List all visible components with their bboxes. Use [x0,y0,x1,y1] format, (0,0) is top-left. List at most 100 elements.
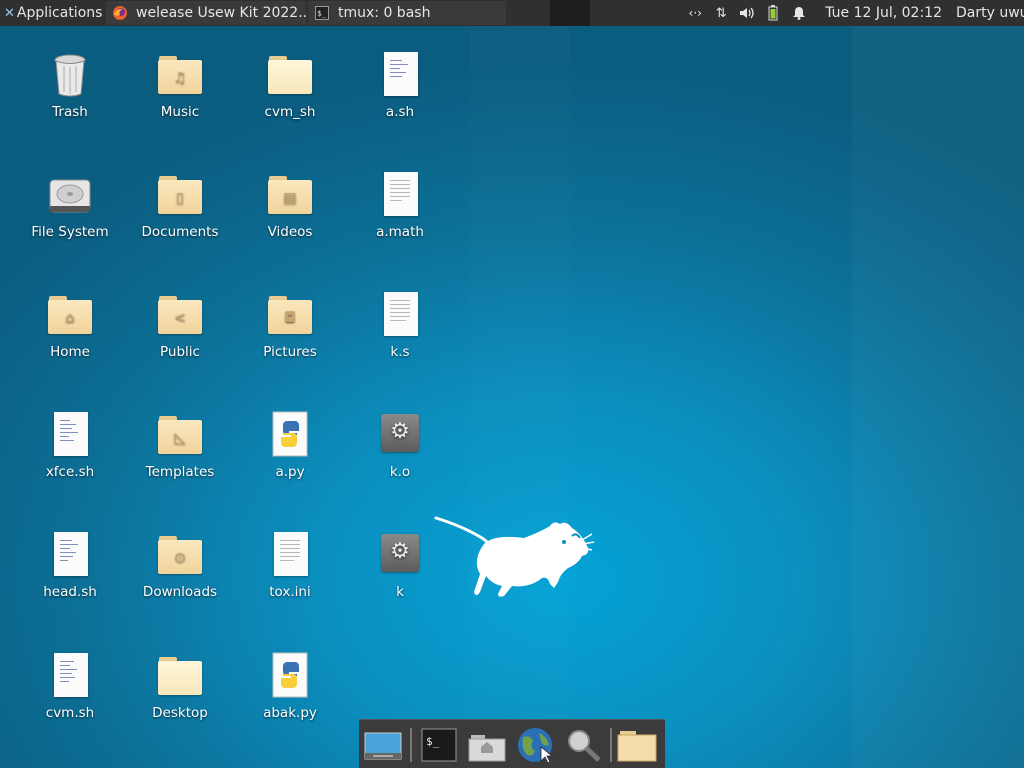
desktop-icon-abak-py[interactable]: abak.py [240,651,340,721]
pictures-folder-icon: ◘ [266,290,314,338]
desktop-icon-videos[interactable]: ▤ Videos [240,170,340,240]
dock-separator [610,728,612,762]
desktop-icon-label: k.o [389,464,411,480]
desktop-icon-head-sh[interactable]: head.sh [20,530,120,600]
desktop-icon-label: Pictures [263,344,317,360]
web-browser-icon [518,728,554,764]
text-file-icon [376,290,424,338]
home-folder-launcher[interactable] [467,727,507,763]
firefox-icon [112,5,128,21]
battery-icon[interactable] [765,5,781,21]
notification-bell-icon[interactable] [791,5,807,21]
binary-gear-icon: ⚙ [376,410,424,458]
desktop-icon-label: Music [160,104,200,120]
desktop-icon-downloads[interactable]: ⊙ Downloads [130,530,230,600]
desktop-icon-k-o[interactable]: ⚙ k.o [350,410,450,480]
file-manager-launcher[interactable] [617,727,657,763]
clock[interactable]: Tue 12 Jul, 02:12 [817,5,950,21]
desktop-icon-music[interactable]: ♫ Music [130,50,230,120]
desktop-icon-label: a.math [376,224,424,240]
desktop-icon-pictures[interactable]: ◘ Pictures [240,290,340,360]
trash-icon [46,50,94,98]
taskbar-item-browser[interactable]: welease Usew Kit 2022... [106,1,306,25]
desktop-icon-a-py[interactable]: a.py [240,410,340,480]
network-icon[interactable]: ‹·› [687,5,703,21]
show-desktop-button[interactable] [363,727,403,763]
python-file-icon [266,410,314,458]
home-folder-icon [468,735,506,762]
desktop-icon-filesystem[interactable]: File System [20,170,120,240]
top-panel: ✕ Applications welease Usew Kit 2022... … [0,0,1024,26]
desktop-icon-desktop[interactable]: Desktop [130,651,230,721]
dock-separator [410,728,412,762]
transfer-arrows-icon[interactable]: ⇅ [713,5,729,21]
taskbar-item-label: welease Usew Kit 2022... [136,5,306,21]
panel-right: ‹·› ⇅ Tue 12 Jul, 02:12 Darty uwu [677,0,1024,26]
desktop-icon-label: k.s [390,344,410,360]
terminal-launcher[interactable]: $_ [419,727,459,763]
taskbar-item-terminal[interactable]: $_ tmux: 0 bash [308,1,506,25]
xfce-logo-icon: ✕ [4,5,15,21]
volume-icon[interactable] [739,5,755,21]
desktop-icon-label: Public [160,344,200,360]
desktop-icon-label: xfce.sh [45,464,95,480]
script-file-icon [46,651,94,699]
text-file-icon [376,170,424,218]
web-browser-launcher[interactable] [515,727,555,764]
folder-icon [266,50,314,98]
desktop-icon-label: cvm_sh [264,104,316,120]
desktop-icon-label: Downloads [142,584,218,600]
desktop-icon-label: abak.py [263,705,317,721]
desktop-icon-label: File System [31,224,109,240]
svg-text:$_: $_ [426,735,440,748]
desktop-icon-documents[interactable]: ▯ Documents [130,170,230,240]
svg-text:$_: $_ [317,9,327,18]
desktop-icon-label: a.sh [385,104,415,120]
desktop-icon-tox-ini[interactable]: tox.ini [240,530,340,600]
wallpaper-band [470,26,570,768]
system-tray: ‹·› ⇅ [677,5,817,21]
desktop-icon-a-math[interactable]: a.math [350,170,450,240]
desktop-icon-xfce-sh[interactable]: xfce.sh [20,410,120,480]
desktop-icon-public[interactable]: < Public [130,290,230,360]
desktop-icon-trash[interactable]: Trash [20,50,120,120]
hard-drive-icon [46,170,94,218]
home-folder-icon: ⌂ [46,290,94,338]
wallpaper-band [852,26,1024,768]
taskbar-item-label: tmux: 0 bash [338,5,431,21]
workspace-switcher[interactable] [550,0,590,26]
desktop-icon-label: Trash [52,104,88,120]
text-file-icon [266,530,314,578]
script-file-icon [46,530,94,578]
desktop-icon-label: head.sh [43,584,97,600]
downloads-folder-icon: ⊙ [156,530,204,578]
desktop-icon-label: Desktop [152,705,208,721]
templates-folder-icon: ◺ [156,410,204,458]
folder-icon [156,651,204,699]
desktop-icon-label: a.py [275,464,305,480]
desktop-icon-cvm-sh[interactable]: cvm.sh [20,651,120,721]
public-folder-icon: < [156,290,204,338]
applications-menu[interactable]: ✕ Applications [0,0,104,26]
desktop-icon-k-s[interactable]: k.s [350,290,450,360]
terminal-icon: $_ [314,5,330,21]
music-folder-icon: ♫ [156,50,204,98]
binary-gear-icon: ⚙ [376,530,424,578]
desktop-icon-label: tox.ini [269,584,311,600]
file-manager-icon [617,731,657,762]
desktop-icon-home[interactable]: ⌂ Home [20,290,120,360]
app-finder-icon [568,730,601,762]
desktop-icon-label: Documents [141,224,219,240]
app-finder-launcher[interactable] [563,727,603,763]
desktop-icon-templates[interactable]: ◺ Templates [130,410,230,480]
desktop-icon-label: cvm.sh [45,705,95,721]
desktop-icon-a-sh[interactable]: a.sh [350,50,450,120]
user-menu[interactable]: Darty uwu [950,5,1024,21]
desktop-icon-cvm-sh-folder[interactable]: cvm_sh [240,50,340,120]
desktop-icon-label: Templates [145,464,215,480]
videos-folder-icon: ▤ [266,170,314,218]
xfce-mouse-logo-icon [434,516,595,597]
documents-folder-icon: ▯ [156,170,204,218]
python-file-icon [266,651,314,699]
dock-panel: $_ [359,719,665,768]
